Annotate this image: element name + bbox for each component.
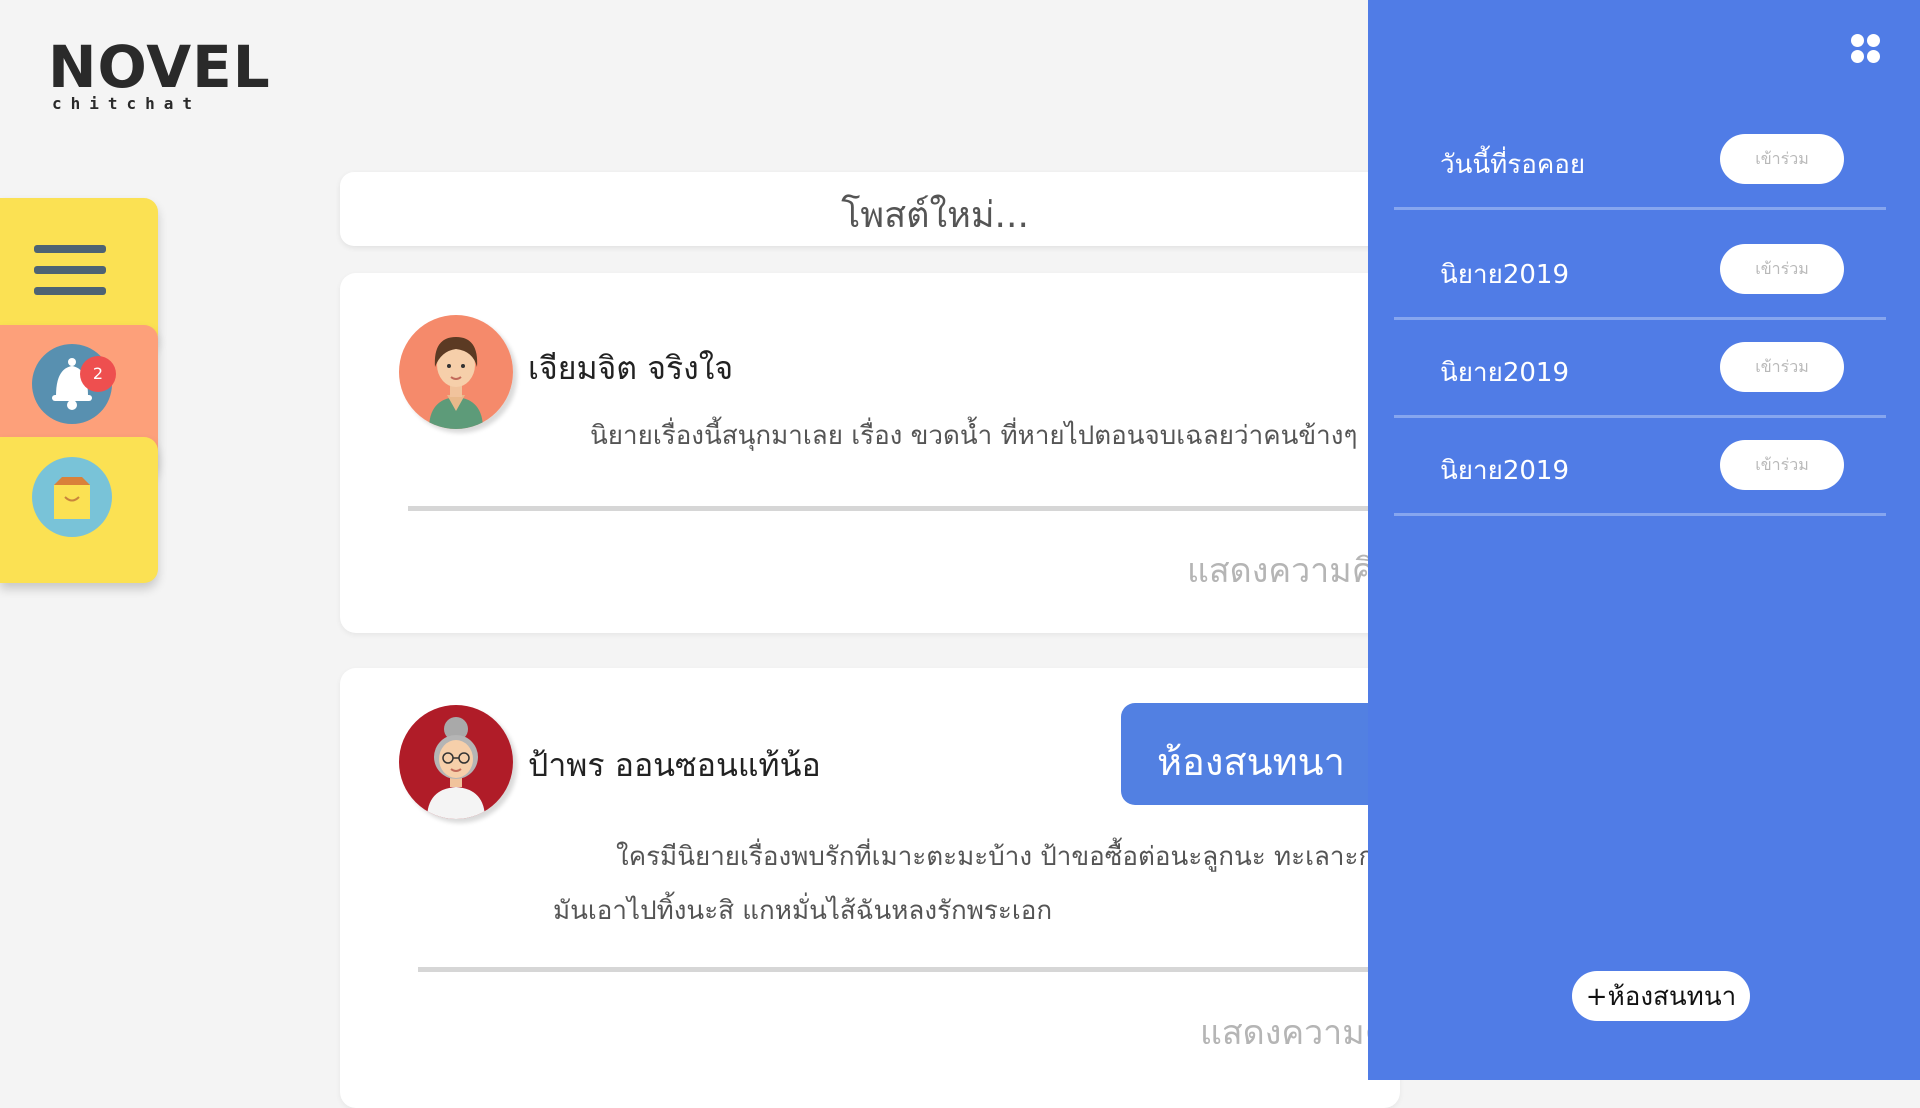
chat-room-item[interactable]: นิยาย2019 เข้าร่วม (1394, 308, 1886, 418)
grid-dots-icon[interactable] (1851, 34, 1881, 64)
chat-room-divider (1394, 513, 1886, 516)
chat-room-tab[interactable]: ห้องสนทนา (1121, 703, 1381, 805)
chat-room-item[interactable]: นิยาย2019 เข้าร่วม (1394, 210, 1886, 320)
join-button[interactable]: เข้าร่วม (1720, 342, 1844, 392)
join-button[interactable]: เข้าร่วม (1720, 244, 1844, 294)
logo-subtitle: chitchat (52, 94, 202, 113)
chat-room-name: วันนี้ที่รอคอย (1440, 150, 1586, 180)
join-button[interactable]: เข้าร่วม (1720, 440, 1844, 490)
avatar-grandma-icon (399, 705, 513, 819)
chat-room-item[interactable]: นิยาย2019 เข้าร่วม (1394, 406, 1886, 516)
comment-input[interactable]: แสดงความคิด (1187, 543, 1397, 597)
avatar[interactable] (399, 705, 513, 819)
post-card: เจียมจิต จริงใจ นิยายเรื่องนี้สนุกมาเลย … (340, 273, 1400, 633)
chat-room-item[interactable]: วันนี้ที่รอคอย เข้าร่วม (1394, 100, 1886, 210)
post-divider (418, 967, 1400, 972)
join-button[interactable]: เข้าร่วม (1720, 134, 1844, 184)
hamburger-icon[interactable] (34, 245, 106, 308)
post-content: นิยายเรื่องนี้สนุกมาเลย เรื่อง ขวดน้ำ ที… (590, 421, 1358, 451)
avatar-woman-icon (399, 315, 513, 429)
post-author[interactable]: ป้าพร ออนซอนแท้น้อ (528, 740, 821, 791)
new-post-input[interactable]: โพสต์ใหม่... (340, 172, 1400, 246)
shop-button[interactable] (32, 457, 112, 537)
post-content: มันเอาไปทิ้งนะสิ แกหมั่นไส้ฉันหลงรักพระเ… (553, 896, 1053, 926)
add-chat-room-button[interactable]: +ห้องสนทนา (1572, 971, 1750, 1021)
chat-room-name: นิยาย2019 (1440, 260, 1570, 290)
post-author[interactable]: เจียมจิต จริงใจ (528, 343, 733, 394)
avatar[interactable] (399, 315, 513, 429)
post-divider (408, 506, 1400, 511)
chat-room-tab-label: ห้องสนทนา (1157, 740, 1345, 784)
chat-room-name: นิยาย2019 (1440, 456, 1570, 486)
notification-badge: 2 (80, 356, 116, 392)
logo-title: NOVEL (48, 33, 271, 101)
shopping-bag-icon (54, 477, 90, 519)
chat-room-name: นิยาย2019 (1440, 358, 1570, 388)
comment-input[interactable]: แสดงความคิ (1200, 1005, 1387, 1059)
new-post-placeholder: โพสต์ใหม่... (841, 195, 1029, 236)
logo[interactable]: NOVEL chitchat (48, 36, 270, 116)
post-content: ใครมีนิยายเรื่องพบรักที่เมาะตะมะบ้าง ป้า… (616, 842, 1375, 872)
